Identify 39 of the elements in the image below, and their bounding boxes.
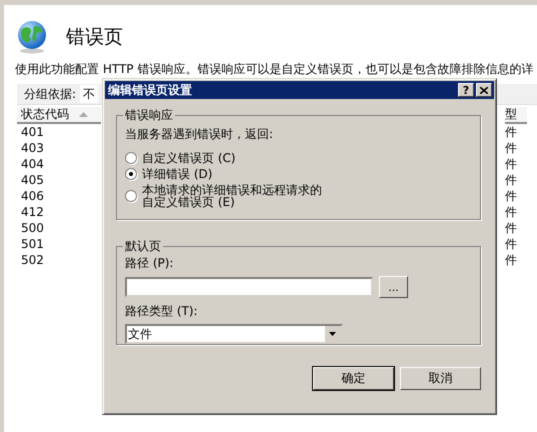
path-type-label: 路径类型 (T): — [125, 303, 199, 320]
path-type-dropdown[interactable]: 文件 — [125, 324, 343, 344]
group-legend: 错误响应 — [123, 107, 175, 124]
table-cell-text: 件 — [505, 140, 518, 156]
table-cell-text: 405 — [20, 172, 45, 188]
cancel-button[interactable]: 取消 — [400, 367, 481, 390]
table-cell-text: 件 — [505, 220, 518, 236]
prompt-text: 当服务器遇到错误时，返回: — [125, 126, 274, 143]
group-by-label: 分组依据: — [24, 86, 76, 102]
group-legend: 默认页 — [123, 238, 163, 255]
table-cell-text: 412 — [20, 204, 45, 220]
table-cell-text: 件 — [505, 156, 518, 172]
table-cell-text: 502 — [20, 252, 45, 268]
help-button[interactable]: ? — [458, 83, 474, 97]
table-cell-text: 件 — [505, 124, 518, 140]
ok-button[interactable]: 确定 — [313, 367, 394, 390]
table-cell-text: 件 — [505, 236, 518, 252]
table-cell-text: 501 — [20, 236, 45, 252]
column-header[interactable]: 状态代码 — [17, 107, 101, 124]
radio-label: 自定义错误页 (C) — [142, 152, 237, 164]
table-cell-text: 500 — [20, 220, 45, 236]
table-cell-text: 403 — [20, 140, 45, 156]
table-cell-text: 401 — [20, 124, 45, 140]
page-title: 错误页 — [66, 25, 123, 50]
browse-button[interactable]: ... — [379, 276, 408, 298]
column-header-label: 状态代码 — [21, 106, 69, 123]
page-description: 使用此功能配置 HTTP 错误响应。错误响应可以是自定义错误页，也可以是包含故障排除信息的详 — [15, 62, 534, 76]
radio-label: 本地请求的详细错误和远程请求的自定义错误页 (E) — [142, 184, 322, 208]
table-cell-text: 404 — [20, 156, 45, 172]
group-by-dropdown[interactable]: 不 — [80, 85, 98, 103]
table-cell-text: 406 — [20, 188, 45, 204]
table-cell-text: 件 — [505, 252, 518, 268]
dialog-title: 编辑错误页设置 — [108, 82, 192, 98]
table-cell-text: 件 — [505, 204, 518, 220]
column-header[interactable]: 型 — [505, 107, 527, 124]
table-cell-text: 件 — [505, 188, 518, 204]
table-cell-text: 件 — [505, 172, 518, 188]
path-label: 路径 (P): — [125, 255, 174, 272]
radio-label: 详细错误 (D) — [142, 168, 214, 180]
